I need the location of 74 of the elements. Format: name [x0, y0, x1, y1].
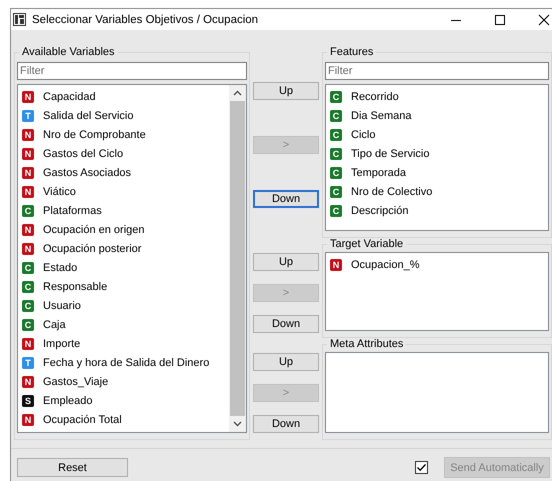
type-badge: N — [22, 148, 34, 160]
type-badge: C — [330, 186, 342, 198]
close-icon[interactable] — [538, 14, 550, 26]
group-title: Meta Attributes — [329, 338, 404, 350]
type-badge: C — [22, 262, 34, 274]
group-title: Target Variable — [329, 238, 404, 250]
type-badge: N — [22, 242, 34, 254]
scroll-down-icon[interactable] — [233, 421, 242, 427]
variable-item[interactable]: Recorrido — [351, 90, 399, 102]
variable-item[interactable]: Fecha y hora de Salida del Dinero — [43, 356, 210, 368]
variable-item[interactable]: Ocupación posterior — [43, 242, 142, 254]
variable-item[interactable]: Empleado — [43, 394, 93, 406]
variable-list[interactable]: C Recorrido C Dia Semana C Ciclo C Tipo de Servicio C Temporada C Nro de Colectivo C Descripción — [325, 84, 549, 231]
variable-item[interactable]: Nro de Comprobante — [43, 128, 146, 140]
filter-field[interactable]: Filter — [17, 62, 247, 80]
group-title: Features — [329, 46, 374, 58]
variable-list[interactable]: N Ocupacion_% — [325, 252, 549, 331]
variable-item[interactable]: Responsable — [43, 280, 108, 292]
variable-item[interactable]: Tipo de Servicio — [351, 148, 430, 160]
type-badge: N — [22, 166, 34, 178]
variable-item[interactable]: Temporada — [351, 166, 406, 178]
variable-item[interactable]: Ciclo — [351, 128, 376, 140]
type-badge: N — [22, 224, 34, 236]
variable-item[interactable]: Salida del Servicio — [43, 110, 134, 122]
variable-item[interactable]: Ocupacion_% — [351, 258, 420, 270]
move-button[interactable]: Up — [253, 82, 319, 100]
scroll-thumb[interactable] — [230, 101, 245, 416]
variable-item[interactable]: Descripción — [351, 204, 408, 216]
move-button[interactable]: Up — [253, 253, 319, 271]
variable-item[interactable]: Viático — [43, 186, 76, 198]
variable-item[interactable]: Usuario — [43, 300, 81, 312]
type-badge: N — [22, 90, 34, 102]
variable-item[interactable]: Gastos Asociados — [43, 166, 132, 178]
variable-item[interactable]: Gastos_Viaje — [43, 376, 108, 388]
type-badge: T — [22, 356, 34, 368]
type-badge: N — [22, 128, 34, 140]
variable-item[interactable]: Estado — [43, 262, 78, 274]
type-badge: C — [22, 204, 34, 216]
type-badge: C — [22, 318, 34, 330]
variable-item[interactable]: Gastos del Ciclo — [43, 148, 124, 160]
type-badge: N — [22, 414, 34, 426]
move-button[interactable]: Down — [253, 315, 319, 333]
type-badge: N — [22, 186, 34, 198]
type-badge: C — [22, 300, 34, 312]
type-badge: N — [330, 258, 342, 270]
variable-item[interactable]: Ocupación en origen — [43, 224, 145, 236]
type-badge: C — [330, 110, 342, 122]
type-badge: C — [22, 280, 34, 292]
variable-item[interactable]: Capacidad — [43, 90, 96, 102]
variable-item[interactable]: Plataformas — [43, 204, 102, 216]
type-badge: N — [22, 338, 34, 350]
move-button[interactable]: Up — [253, 353, 319, 371]
type-badge: C — [330, 166, 342, 178]
type-badge: T — [22, 110, 34, 122]
type-badge: C — [330, 128, 342, 140]
scroll-up-icon[interactable] — [233, 90, 242, 96]
move-button[interactable]: Down — [253, 190, 319, 208]
variable-item[interactable]: Nro de Colectivo — [351, 186, 432, 198]
maximize-icon[interactable] — [494, 14, 506, 26]
type-badge: C — [330, 148, 342, 160]
move-button[interactable]: Down — [253, 415, 319, 433]
variable-item[interactable]: Ocupación Total — [43, 414, 122, 426]
window-title: Seleccionar Variables Objetivos / Ocupacion — [32, 14, 260, 26]
variable-item[interactable]: Caja — [43, 318, 66, 330]
type-badge: C — [330, 204, 342, 216]
type-badge: S — [22, 394, 34, 406]
type-badge: N — [22, 376, 34, 388]
variable-item[interactable]: Importe — [43, 338, 80, 350]
group-title: Available Variables — [21, 46, 116, 58]
scrollbar[interactable] — [229, 85, 246, 432]
type-badge: C — [330, 90, 342, 102]
reset-button[interactable]: Reset — [17, 458, 128, 477]
filter-field[interactable]: Filter — [325, 62, 549, 80]
variable-item[interactable]: Dia Semana — [351, 110, 412, 122]
